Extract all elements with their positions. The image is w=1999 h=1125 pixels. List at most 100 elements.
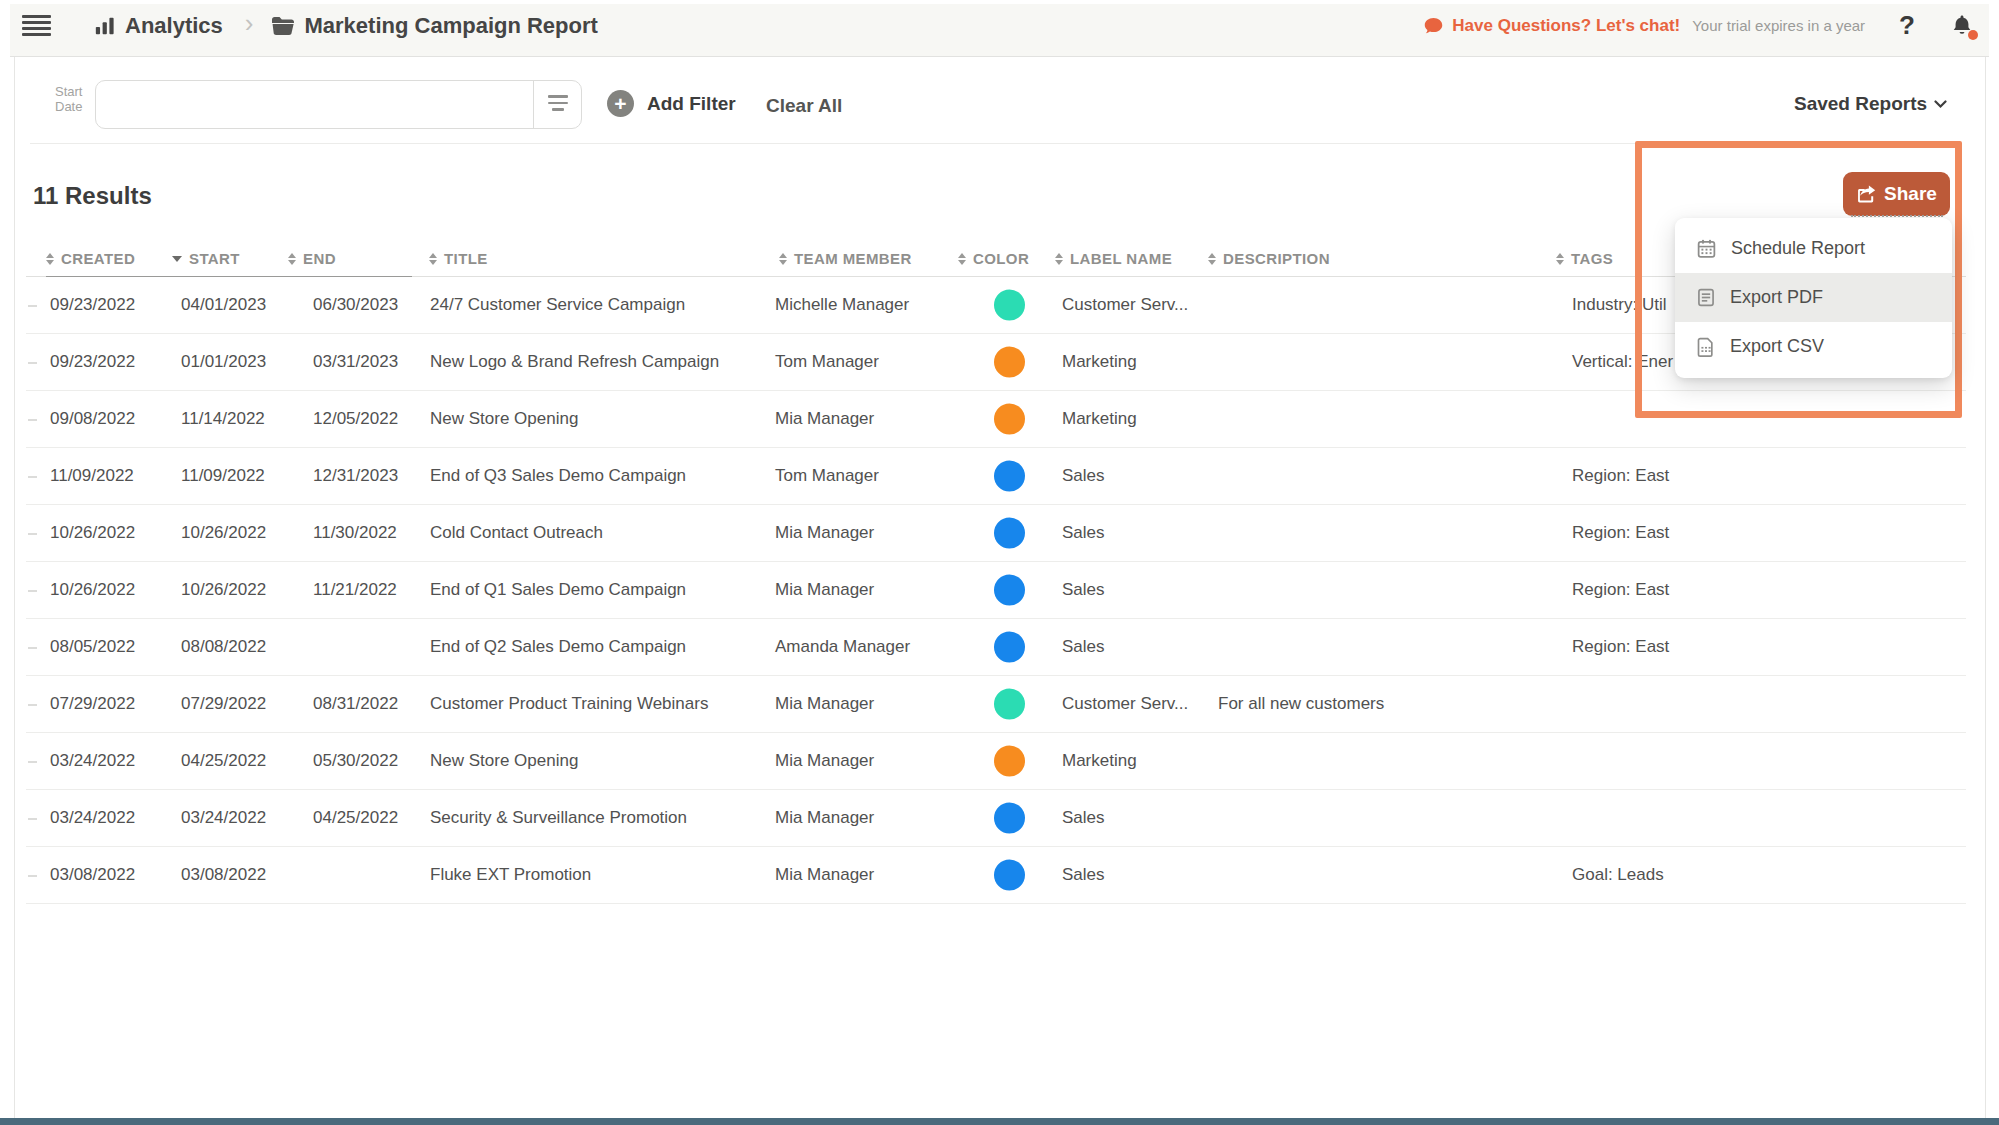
cell-title: Fluke EXT Promotion — [430, 865, 591, 885]
column-header-created[interactable]: CREATED — [46, 250, 135, 267]
cell-tags: Region: East — [1572, 580, 1669, 600]
column-header-end[interactable]: END — [288, 250, 336, 267]
chat-link-label: Have Questions? Let's chat! — [1452, 16, 1680, 36]
cell-label: Customer Serv... — [1062, 295, 1188, 315]
add-filter-label: Add Filter — [647, 93, 736, 115]
menu-item-label: Export PDF — [1730, 287, 1823, 308]
menu-item-export-pdf[interactable]: Export PDF — [1675, 273, 1952, 322]
plus-icon: + — [607, 90, 634, 117]
cell-title: New Store Opening — [430, 751, 578, 771]
column-header-label: TEAM MEMBER — [794, 250, 912, 267]
table-row[interactable]: 03/24/202203/24/202204/25/2022Security &… — [26, 790, 1966, 847]
cell-end: 12/05/2022 — [313, 409, 398, 429]
cell-start: 03/08/2022 — [181, 865, 266, 885]
sort-icon — [1556, 253, 1564, 265]
help-icon[interactable]: ? — [1899, 10, 1915, 41]
cell-title: New Logo & Brand Refresh Campaign — [430, 352, 719, 372]
cell-start: 01/01/2023 — [181, 352, 266, 372]
menu-item-label: Export CSV — [1730, 336, 1824, 357]
column-header-team[interactable]: TEAM MEMBER — [779, 250, 912, 267]
cell-team: Mia Manager — [775, 580, 874, 600]
table-row[interactable]: 10/26/202210/26/202211/21/2022End of Q1 … — [26, 562, 1966, 619]
cell-created: 10/26/2022 — [50, 523, 135, 543]
column-header-start[interactable]: START — [172, 250, 240, 267]
column-header-title[interactable]: TITLE — [429, 250, 488, 267]
cell-team: Tom Manager — [775, 352, 879, 372]
saved-reports-dropdown[interactable]: Saved Reports — [1794, 93, 1947, 115]
cell-label: Sales — [1062, 466, 1105, 486]
cell-team: Mia Manager — [775, 409, 874, 429]
row-handle — [28, 818, 37, 820]
menu-item-export-csv[interactable]: Export CSV — [1675, 322, 1952, 371]
table-row[interactable]: 11/09/202211/09/202212/31/2023End of Q3 … — [26, 448, 1966, 505]
notifications-bell[interactable] — [1951, 14, 1973, 38]
column-header-description[interactable]: DESCRIPTION — [1208, 250, 1330, 267]
chat-link[interactable]: Have Questions? Let's chat! — [1423, 16, 1680, 36]
menu-item-label: Schedule Report — [1731, 238, 1865, 259]
row-handle — [28, 875, 37, 877]
sort-icon — [172, 256, 182, 262]
content-right-border — [1985, 57, 1986, 1118]
column-header-label: CREATED — [61, 250, 135, 267]
column-header-color[interactable]: COLOR — [958, 250, 1029, 267]
cell-created: 09/23/2022 — [50, 295, 135, 315]
cell-title: End of Q1 Sales Demo Campaign — [430, 580, 686, 600]
cell-label: Sales — [1062, 523, 1105, 543]
cell-start: 03/24/2022 — [181, 808, 266, 828]
cell-title: New Store Opening — [430, 409, 578, 429]
table-row[interactable]: 03/24/202204/25/202205/30/2022New Store … — [26, 733, 1966, 790]
cell-created: 07/29/2022 — [50, 694, 135, 714]
share-button[interactable]: Share — [1843, 172, 1950, 216]
table-row[interactable]: 10/26/202210/26/202211/30/2022Cold Conta… — [26, 505, 1966, 562]
label-color-swatch — [994, 689, 1025, 720]
cell-label: Customer Serv... — [1062, 694, 1188, 714]
cell-end: 11/30/2022 — [313, 523, 397, 543]
cell-team: Mia Manager — [775, 694, 874, 714]
column-header-label: TITLE — [444, 250, 488, 267]
start-date-input[interactable] — [95, 80, 582, 129]
bottom-window-bar — [0, 1118, 1999, 1125]
cell-start: 04/25/2022 — [181, 751, 266, 771]
cell-created: 03/24/2022 — [50, 808, 135, 828]
breadcrumb-analytics[interactable]: Analytics — [94, 13, 223, 39]
cell-created: 09/23/2022 — [50, 352, 135, 372]
column-header-tags[interactable]: TAGS — [1556, 250, 1613, 267]
breadcrumb-analytics-label: Analytics — [125, 13, 223, 39]
cell-description: For all new customers — [1218, 694, 1384, 714]
cell-start: 07/29/2022 — [181, 694, 266, 714]
row-handle — [28, 533, 37, 535]
add-filter-button[interactable]: + Add Filter — [607, 90, 736, 117]
cell-tags: Region: East — [1572, 523, 1669, 543]
content-left-border — [14, 57, 15, 1118]
table-row[interactable]: 07/29/202207/29/202208/31/2022Customer P… — [26, 676, 1966, 733]
clear-all-button[interactable]: Clear All — [766, 95, 842, 117]
start-date-label: Start Date — [55, 84, 82, 114]
share-button-focus-dots — [1851, 215, 1943, 217]
export-csv-icon — [1696, 336, 1716, 357]
table-row[interactable]: 08/05/202208/08/2022End of Q2 Sales Demo… — [26, 619, 1966, 676]
label-color-swatch — [994, 347, 1025, 378]
filter-section-divider — [30, 143, 1637, 144]
cell-label: Marketing — [1062, 409, 1137, 429]
hamburger-menu-icon[interactable] — [22, 15, 51, 36]
label-color-swatch — [994, 632, 1025, 663]
cell-end: 05/30/2022 — [313, 751, 398, 771]
trial-note: Your trial expires in a year — [1692, 17, 1865, 34]
saved-reports-label: Saved Reports — [1794, 93, 1927, 115]
cell-title: End of Q2 Sales Demo Campaign — [430, 637, 686, 657]
cell-end: 03/31/2023 — [313, 352, 398, 372]
cell-label: Sales — [1062, 808, 1105, 828]
cell-end: 06/30/2023 — [313, 295, 398, 315]
cell-created: 08/05/2022 — [50, 637, 135, 657]
export-pdf-icon — [1696, 287, 1716, 308]
bar-chart-icon — [94, 15, 116, 37]
column-header-label[interactable]: LABEL NAME — [1055, 250, 1172, 267]
results-count: 11 Results — [33, 182, 152, 210]
cell-label: Sales — [1062, 637, 1105, 657]
cell-title: End of Q3 Sales Demo Campaign — [430, 466, 686, 486]
label-color-swatch — [994, 860, 1025, 891]
table-row[interactable]: 03/08/202203/08/2022Fluke EXT PromotionM… — [26, 847, 1966, 904]
filter-options-icon[interactable] — [548, 95, 568, 111]
menu-item-schedule-report[interactable]: Schedule Report — [1675, 224, 1952, 273]
breadcrumb-separator: › — [245, 8, 254, 39]
